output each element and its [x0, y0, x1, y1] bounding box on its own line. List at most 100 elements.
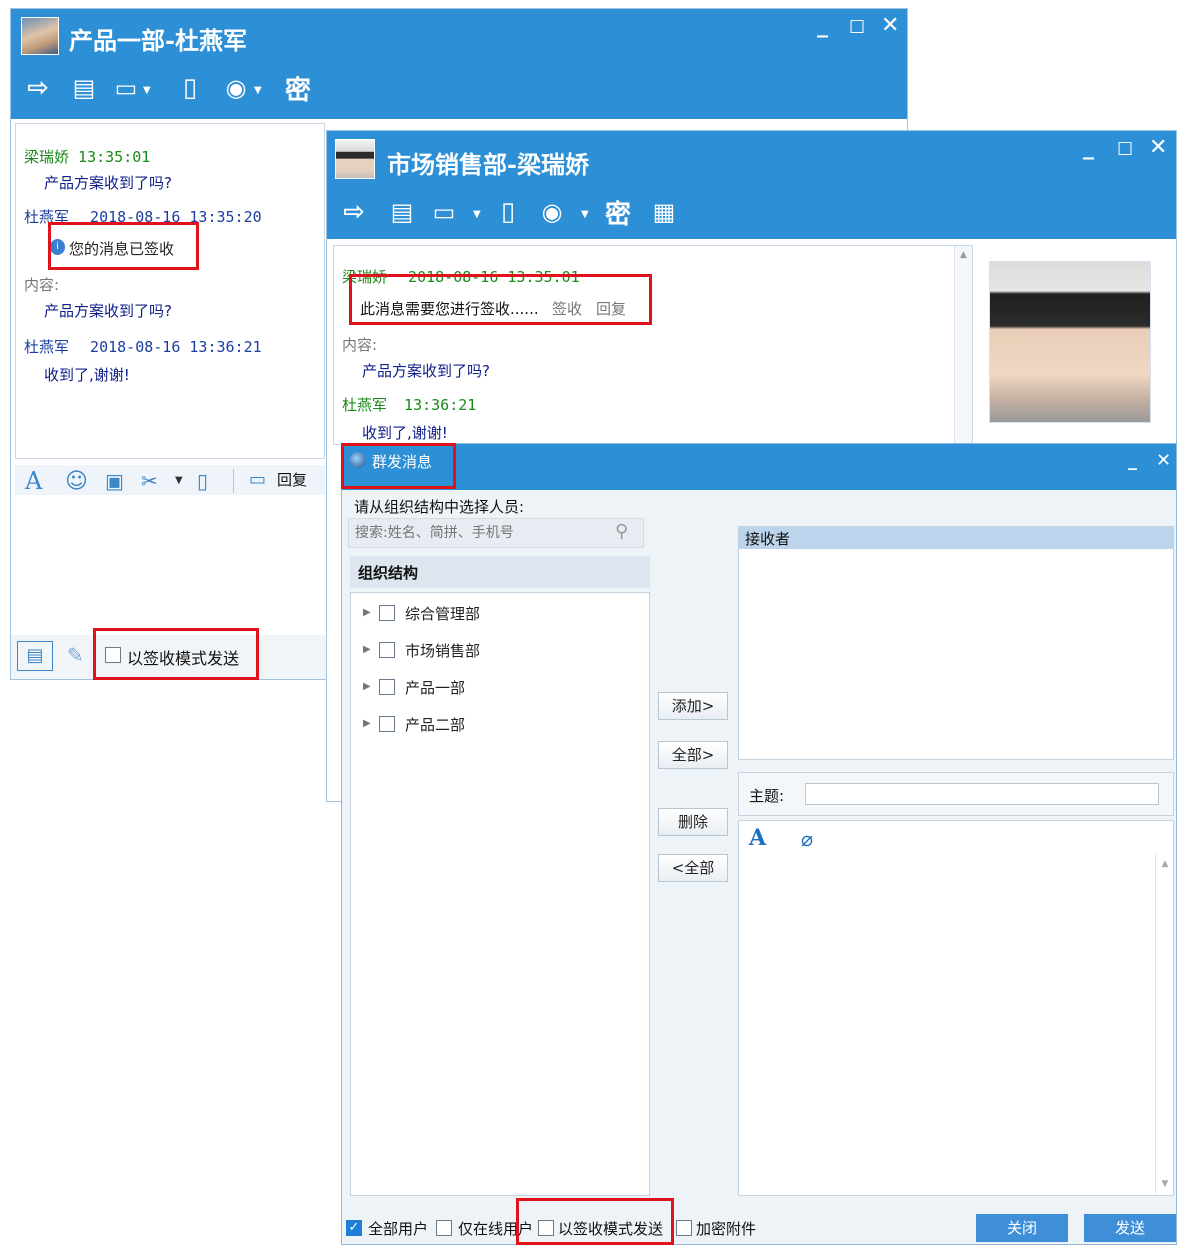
expand-arrow-icon[interactable]: ▶	[363, 718, 371, 729]
screenshot-icon[interactable]: ✂	[141, 469, 158, 493]
receivers-list[interactable]: 接收者	[738, 526, 1174, 760]
msg4-header: 杜燕军 2018-08-16 13:36:21	[24, 336, 262, 357]
shake-icon[interactable]: ▯	[197, 469, 208, 493]
broadcast-dialog: 群发消息 _ ✕ 请从组织结构中选择人员: ⚲ 组织结构 ▶ 综合管理部 ▶ 市…	[341, 443, 1177, 1245]
window1-avatar	[21, 17, 59, 55]
scroll-up-icon[interactable]: ▲	[1156, 859, 1174, 869]
remote-assist-dropdown-icon[interactable]: ▼	[254, 85, 262, 96]
add-chat-icon[interactable]: ▤	[387, 197, 417, 227]
dept-row-general[interactable]: ▶ 综合管理部	[351, 603, 649, 627]
dept-checkbox[interactable]	[379, 642, 395, 658]
window1-compose-input[interactable]	[15, 497, 325, 635]
close-icon[interactable]: ✕	[881, 15, 899, 37]
add-all-button[interactable]: 全部>	[658, 741, 728, 769]
font-color-icon[interactable]: A	[749, 825, 766, 851]
dept-label: 产品二部	[405, 716, 466, 734]
add-chat-icon[interactable]: ▤	[69, 73, 99, 103]
msg1-text: 产品方案收到了吗?	[44, 174, 172, 192]
close-icon[interactable]: ✕	[1149, 137, 1167, 159]
mobile-message-icon[interactable]: ▯	[493, 197, 523, 227]
maximize-icon[interactable]: ☐	[1117, 139, 1133, 161]
mobile-message-icon[interactable]: ▯	[175, 73, 205, 103]
remote-assist-icon[interactable]: ◉	[221, 73, 251, 103]
screen-share-dropdown-icon[interactable]: ▼	[143, 85, 151, 96]
w2-msg4-header: 杜燕军 13:36:21	[342, 394, 476, 415]
dept-row-sales[interactable]: ▶ 市场销售部	[351, 640, 649, 664]
pencil-icon[interactable]: ✎	[67, 643, 84, 667]
scroll-down-icon[interactable]: ▼	[1156, 1179, 1174, 1189]
dept-label: 综合管理部	[405, 605, 481, 623]
org-structure-tab-label: 组织结构	[358, 564, 419, 582]
close-button[interactable]: 关闭	[976, 1214, 1068, 1242]
msg3-content-label: 内容:	[24, 276, 60, 294]
receivers-header: 接收者	[739, 527, 1173, 549]
transfer-file-icon[interactable]: ⇨	[23, 73, 53, 103]
remove-button[interactable]: 删除	[658, 808, 728, 836]
add-button[interactable]: 添加>	[658, 692, 728, 720]
broadcast-titlebar[interactable]: 群发消息 _ ✕	[342, 444, 1176, 490]
msg1-header: 梁瑞娇 13:35:01	[24, 146, 150, 167]
expand-arrow-icon[interactable]: ▶	[363, 644, 371, 655]
window2-title: 市场销售部-梁瑞娇	[387, 150, 589, 179]
msg3-text: 产品方案收到了吗?	[44, 302, 172, 320]
highlight-receipt	[48, 222, 199, 270]
minimize-icon[interactable]: _	[1128, 450, 1137, 472]
scroll-up-icon[interactable]: ▲	[955, 250, 972, 260]
select-instruction: 请从组织结构中选择人员:	[354, 498, 525, 516]
emoji-icon[interactable]: ☺	[65, 469, 88, 494]
online-only-checkbox[interactable]	[436, 1220, 452, 1236]
search-input[interactable]: ⚲	[348, 518, 644, 548]
reply-button[interactable]: 回复	[277, 469, 307, 490]
dept-label: 市场销售部	[405, 642, 481, 660]
screenshot-dropdown-icon[interactable]: ▼	[175, 475, 183, 486]
org-tree: ▶ 综合管理部 ▶ 市场销售部 ▶ 产品一部 ▶ 产品二部	[350, 592, 650, 1196]
dept-row-product-1[interactable]: ▶ 产品一部	[351, 677, 649, 701]
minimize-icon[interactable]: _	[1083, 137, 1094, 159]
dept-label: 产品一部	[405, 679, 466, 697]
secret-chat-icon[interactable]: 密	[283, 73, 313, 106]
w2-msg3-text: 产品方案收到了吗?	[362, 362, 490, 380]
dept-checkbox[interactable]	[379, 716, 395, 732]
subject-row: 主题:	[738, 772, 1174, 816]
send-button[interactable]: 发送	[1084, 1214, 1176, 1242]
dept-checkbox[interactable]	[379, 679, 395, 695]
search-icon[interactable]: ⚲	[615, 521, 628, 542]
w2-msg4-text: 收到了,谢谢!	[362, 424, 448, 442]
org-structure-tab[interactable]: 组织结构	[350, 556, 650, 588]
image-icon[interactable]: ▣	[105, 469, 124, 493]
document-icon[interactable]: ▤	[17, 641, 53, 671]
contact-card-icon[interactable]: ▦	[649, 197, 679, 227]
encrypt-attachment-checkbox[interactable]	[676, 1220, 692, 1236]
close-icon[interactable]: ✕	[1156, 450, 1171, 472]
remote-assist-dropdown-icon[interactable]: ▼	[581, 209, 589, 220]
editor-scrollbar[interactable]: ▲ ▼	[1155, 853, 1173, 1195]
encrypt-attachment-label: 加密附件	[696, 1220, 757, 1238]
history-scrollbar[interactable]: ▲	[954, 246, 972, 444]
transfer-file-icon[interactable]: ⇨	[339, 197, 369, 227]
message-editor[interactable]: A ⌀ ▲ ▼	[738, 820, 1174, 1196]
reply-icon[interactable]: ▭	[249, 469, 266, 490]
screen-share-dropdown-icon[interactable]: ▼	[473, 209, 481, 220]
expand-arrow-icon[interactable]: ▶	[363, 681, 371, 692]
all-users-checkbox[interactable]: ✓	[346, 1220, 362, 1236]
subject-input[interactable]	[805, 783, 1159, 805]
screen-share-icon[interactable]: ▭	[429, 197, 459, 227]
receivers-header-label: 接收者	[745, 530, 791, 548]
maximize-icon[interactable]: ☐	[849, 17, 865, 39]
minimize-icon[interactable]: _	[817, 15, 828, 37]
font-icon[interactable]: A	[25, 467, 42, 495]
remove-all-button[interactable]: <全部	[658, 854, 728, 882]
highlight-sign-mode-broadcast	[516, 1198, 674, 1245]
msg4-text: 收到了,谢谢!	[44, 366, 130, 384]
window1-titlebar[interactable]: 产品一部-杜燕军 _ ☐ ✕ ⇨ ▤ ▭ ▼ ▯ ◉ ▼ 密	[11, 9, 907, 119]
expand-arrow-icon[interactable]: ▶	[363, 607, 371, 618]
secret-chat-icon[interactable]: 密	[603, 197, 633, 230]
attachment-icon[interactable]: ⌀	[801, 827, 813, 851]
dept-checkbox[interactable]	[379, 605, 395, 621]
dept-row-product-2[interactable]: ▶ 产品二部	[351, 714, 649, 738]
search-field[interactable]	[355, 523, 605, 543]
window2-titlebar[interactable]: 市场销售部-梁瑞娇 _ ☐ ✕ ⇨ ▤ ▭ ▼ ▯ ◉ ▼ 密 ▦	[327, 131, 1176, 239]
highlight-sign-mode-window1	[93, 628, 259, 680]
remote-assist-icon[interactable]: ◉	[537, 197, 567, 227]
screen-share-icon[interactable]: ▭	[111, 73, 141, 103]
